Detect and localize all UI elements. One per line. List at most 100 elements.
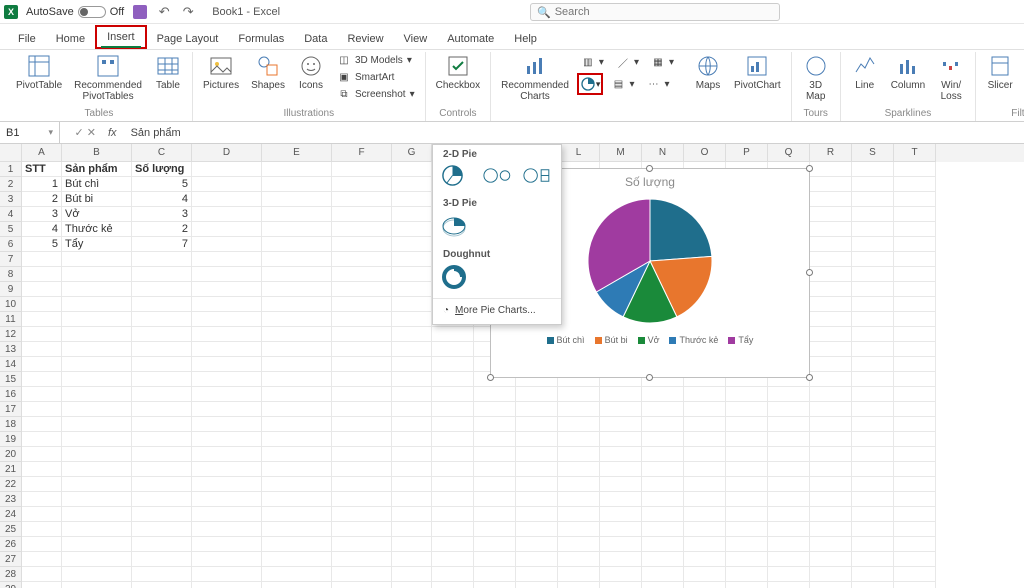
cell[interactable] — [642, 552, 684, 567]
cell[interactable] — [474, 522, 516, 537]
cell[interactable] — [262, 462, 332, 477]
row-header[interactable]: 22 — [0, 477, 22, 492]
cell[interactable] — [332, 222, 392, 237]
cell[interactable] — [432, 387, 474, 402]
cell[interactable] — [432, 477, 474, 492]
cell[interactable] — [62, 402, 132, 417]
cell[interactable] — [726, 582, 768, 588]
cell[interactable] — [642, 462, 684, 477]
cell[interactable] — [392, 192, 432, 207]
cell[interactable] — [392, 252, 432, 267]
row-header[interactable]: 19 — [0, 432, 22, 447]
cell[interactable] — [192, 222, 262, 237]
select-all[interactable] — [0, 144, 22, 162]
cell[interactable] — [62, 537, 132, 552]
cell[interactable] — [332, 207, 392, 222]
cell[interactable] — [852, 162, 894, 177]
cell[interactable] — [894, 537, 936, 552]
cell[interactable] — [22, 507, 62, 522]
row-header[interactable]: 25 — [0, 522, 22, 537]
cell[interactable] — [62, 372, 132, 387]
cell[interactable] — [852, 417, 894, 432]
cell[interactable] — [894, 372, 936, 387]
cell[interactable]: Số lượng — [132, 162, 192, 177]
cell[interactable] — [810, 252, 852, 267]
cell[interactable] — [332, 357, 392, 372]
cell[interactable] — [894, 477, 936, 492]
cell[interactable] — [392, 447, 432, 462]
cell[interactable] — [392, 372, 432, 387]
cell[interactable] — [852, 177, 894, 192]
cell[interactable] — [262, 507, 332, 522]
cell[interactable] — [768, 567, 810, 582]
cell[interactable] — [852, 342, 894, 357]
cell[interactable] — [558, 477, 600, 492]
cell[interactable] — [392, 432, 432, 447]
cell[interactable] — [332, 192, 392, 207]
cell[interactable] — [684, 447, 726, 462]
cell[interactable] — [516, 537, 558, 552]
cell[interactable] — [768, 387, 810, 402]
cell[interactable] — [852, 447, 894, 462]
cell[interactable] — [810, 327, 852, 342]
cell[interactable] — [262, 252, 332, 267]
cell[interactable]: 7 — [132, 237, 192, 252]
cell[interactable] — [642, 507, 684, 522]
line-chart-button[interactable]: ／▾ — [612, 54, 643, 70]
cell[interactable] — [262, 297, 332, 312]
cell[interactable] — [852, 507, 894, 522]
cell[interactable] — [392, 522, 432, 537]
cell[interactable] — [810, 297, 852, 312]
row-header[interactable]: 8 — [0, 267, 22, 282]
cell[interactable] — [332, 162, 392, 177]
cell[interactable] — [810, 492, 852, 507]
row-header[interactable]: 20 — [0, 447, 22, 462]
cell[interactable] — [22, 252, 62, 267]
tab-view[interactable]: View — [394, 29, 438, 49]
cell[interactable] — [810, 312, 852, 327]
cell[interactable] — [392, 297, 432, 312]
cell[interactable] — [22, 402, 62, 417]
cell[interactable] — [392, 237, 432, 252]
cell[interactable] — [894, 327, 936, 342]
search-box[interactable]: 🔍 — [530, 3, 780, 21]
cell[interactable]: Thước kẻ — [62, 222, 132, 237]
cell[interactable] — [262, 357, 332, 372]
cell[interactable] — [392, 417, 432, 432]
cell[interactable] — [262, 432, 332, 447]
cell[interactable] — [132, 357, 192, 372]
row-header[interactable]: 9 — [0, 282, 22, 297]
cell[interactable] — [332, 252, 392, 267]
row-header[interactable]: 4 — [0, 207, 22, 222]
cell[interactable] — [262, 222, 332, 237]
cell[interactable] — [852, 387, 894, 402]
cell[interactable] — [392, 492, 432, 507]
row-header[interactable]: 10 — [0, 297, 22, 312]
cell[interactable] — [62, 342, 132, 357]
pivotchart-button[interactable]: PivotChart — [730, 52, 785, 93]
cell[interactable] — [810, 357, 852, 372]
maps-button[interactable]: Maps — [690, 52, 726, 93]
cell[interactable] — [132, 417, 192, 432]
cell[interactable] — [600, 447, 642, 462]
cell[interactable] — [262, 282, 332, 297]
row-header[interactable]: 1 — [0, 162, 22, 177]
cell[interactable] — [192, 567, 262, 582]
cell[interactable] — [332, 312, 392, 327]
cell[interactable] — [810, 387, 852, 402]
row-header[interactable]: 15 — [0, 372, 22, 387]
tab-file[interactable]: File — [8, 29, 46, 49]
cell[interactable] — [432, 567, 474, 582]
row-header[interactable]: 16 — [0, 387, 22, 402]
cell[interactable] — [726, 462, 768, 477]
cell[interactable] — [62, 462, 132, 477]
cell[interactable] — [474, 387, 516, 402]
cell[interactable] — [852, 222, 894, 237]
cell[interactable] — [768, 417, 810, 432]
cell[interactable] — [22, 477, 62, 492]
formula-value[interactable]: Sản phẩm — [125, 127, 1024, 139]
resize-handle[interactable] — [646, 374, 653, 381]
cell[interactable] — [192, 312, 262, 327]
cell[interactable] — [132, 387, 192, 402]
cell[interactable] — [810, 237, 852, 252]
